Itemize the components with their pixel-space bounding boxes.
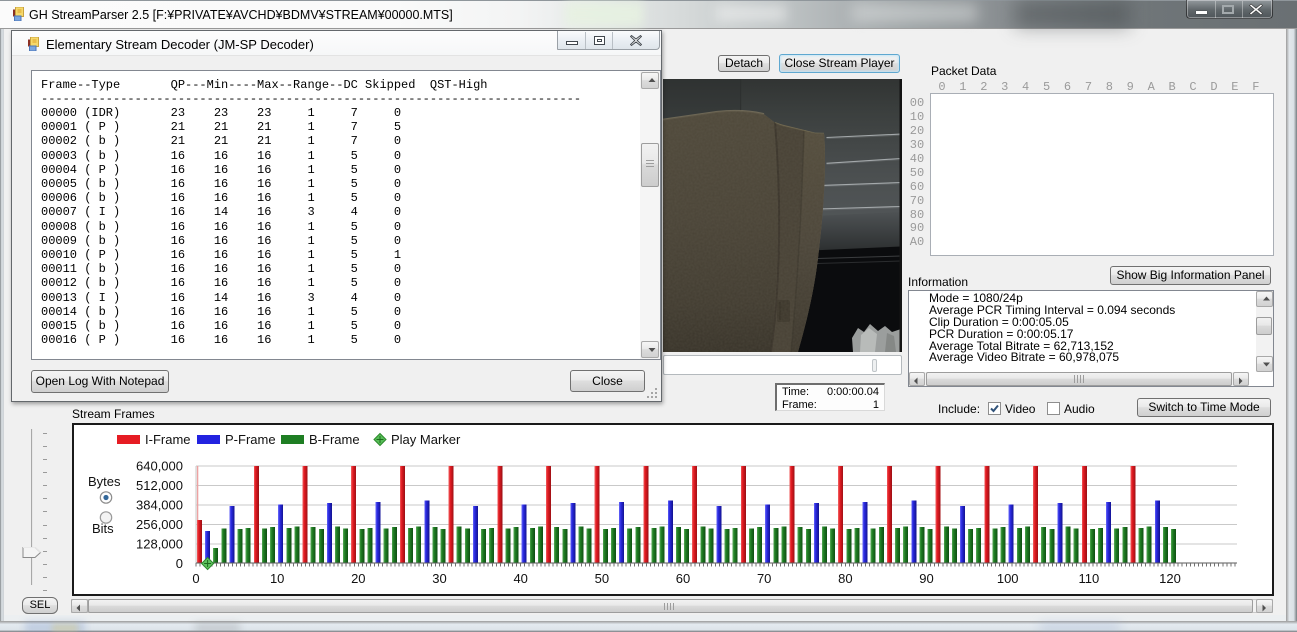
svg-text:B-Frame: B-Frame — [309, 432, 360, 447]
svg-text:I-Frame: I-Frame — [145, 432, 191, 447]
svg-text:50: 50 — [595, 571, 609, 586]
svg-text:20: 20 — [351, 571, 365, 586]
svg-text:0: 0 — [192, 571, 199, 586]
svg-text:120: 120 — [1159, 571, 1181, 586]
svg-text:256,000: 256,000 — [136, 517, 183, 532]
svg-text:70: 70 — [757, 571, 771, 586]
svg-text:40: 40 — [513, 571, 527, 586]
svg-text:128,000: 128,000 — [136, 537, 183, 552]
svg-text:Bytes: Bytes — [88, 474, 121, 489]
svg-text:512,000: 512,000 — [136, 478, 183, 493]
svg-text:90: 90 — [919, 571, 933, 586]
svg-text:100: 100 — [997, 571, 1019, 586]
svg-text:P-Frame: P-Frame — [225, 432, 276, 447]
svg-text:60: 60 — [676, 571, 690, 586]
svg-text:10: 10 — [270, 571, 284, 586]
svg-text:30: 30 — [432, 571, 446, 586]
svg-text:0: 0 — [176, 556, 183, 571]
svg-text:110: 110 — [1079, 571, 1100, 586]
svg-text:Bits: Bits — [92, 521, 114, 536]
svg-text:384,000: 384,000 — [136, 498, 183, 513]
svg-text:80: 80 — [838, 571, 852, 586]
svg-text:Play Marker: Play Marker — [391, 432, 461, 447]
svg-text:640,000: 640,000 — [136, 459, 183, 474]
